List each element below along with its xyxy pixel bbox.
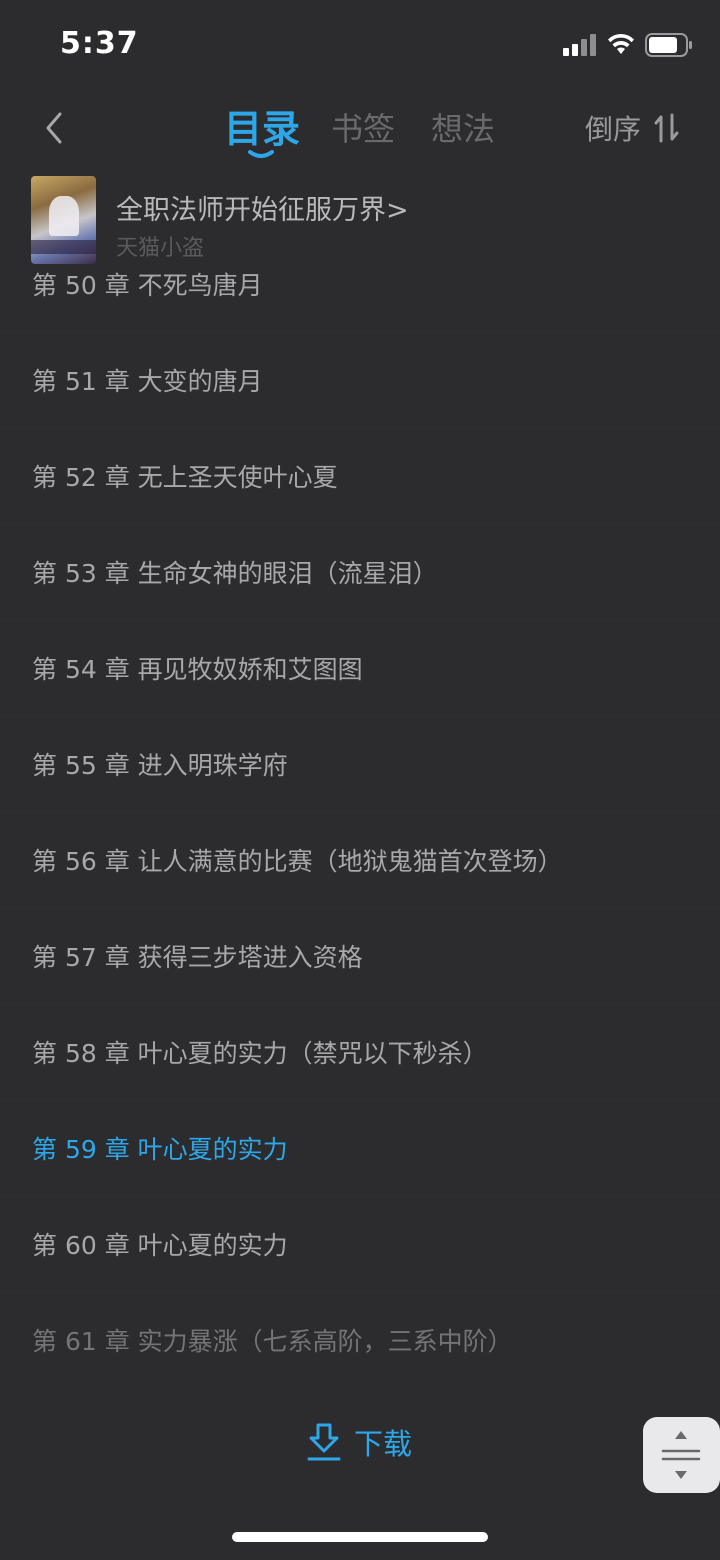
chapter-label: 第 61 章 实力暴涨（七系高阶，三系中阶） bbox=[32, 1327, 513, 1356]
chapter-label: 第 54 章 再见牧奴娇和艾图图 bbox=[32, 655, 363, 684]
chapter-label: 第 58 章 叶心夏的实力（禁咒以下秒杀） bbox=[32, 1039, 488, 1068]
chapter-list: 第 50 章 不死鸟唐月 第 51 章 大变的唐月 第 52 章 无上圣天使叶心… bbox=[0, 236, 720, 1388]
chapter-item[interactable]: 第 51 章 大变的唐月 bbox=[0, 332, 720, 428]
chapter-item[interactable]: 第 58 章 叶心夏的实力（禁咒以下秒杀） bbox=[0, 1004, 720, 1100]
chapter-label: 第 60 章 叶心夏的实力 bbox=[32, 1231, 288, 1260]
screen: 5:37 目录 书签 想法 倒序 全职法师开始征服万界> 天猫小盗 第 50 章… bbox=[0, 0, 720, 1560]
sort-label: 倒序 bbox=[585, 113, 642, 146]
chapter-item[interactable]: 第 50 章 不死鸟唐月 bbox=[0, 236, 720, 332]
chapter-item[interactable]: 第 61 章 实力暴涨（七系高阶，三系中阶） bbox=[0, 1292, 720, 1388]
chapter-label: 第 55 章 进入明珠学府 bbox=[32, 751, 288, 780]
battery-icon bbox=[645, 33, 692, 57]
scroll-handle-icon bbox=[661, 1431, 701, 1479]
chapter-label: 第 53 章 生命女神的眼泪（流星泪） bbox=[32, 559, 438, 588]
chapter-item[interactable]: 第 52 章 无上圣天使叶心夏 bbox=[0, 428, 720, 524]
chapter-item[interactable]: 第 53 章 生命女神的眼泪（流星泪） bbox=[0, 524, 720, 620]
chapter-item[interactable]: 第 56 章 让人满意的比赛（地狱鬼猫首次登场） bbox=[0, 812, 720, 908]
chapter-label: 第 51 章 大变的唐月 bbox=[32, 367, 263, 396]
status-time: 5:37 bbox=[60, 26, 139, 61]
tab-bookmarks[interactable]: 书签 bbox=[331, 104, 395, 150]
download-icon bbox=[307, 1423, 341, 1461]
back-chevron-icon[interactable] bbox=[38, 106, 70, 150]
tab-table-of-contents[interactable]: 目录 bbox=[224, 98, 300, 153]
status-bar: 5:37 bbox=[0, 0, 720, 88]
home-indicator bbox=[232, 1532, 488, 1542]
header: 目录 书签 想法 倒序 bbox=[0, 88, 720, 168]
signal-icon bbox=[563, 34, 599, 56]
chapter-item[interactable]: 第 57 章 获得三步塔进入资格 bbox=[0, 908, 720, 1004]
tab-notes[interactable]: 想法 bbox=[431, 104, 495, 150]
chapter-item[interactable]: 第 60 章 叶心夏的实力 bbox=[0, 1196, 720, 1292]
book-title[interactable]: 全职法师开始征服万界> bbox=[116, 188, 409, 227]
chapter-label: 第 56 章 让人满意的比赛（地狱鬼猫首次登场） bbox=[32, 847, 563, 876]
chapter-item[interactable]: 第 54 章 再见牧奴娇和艾图图 bbox=[0, 620, 720, 716]
wifi-icon bbox=[608, 33, 634, 54]
chapter-item-current[interactable]: 第 59 章 叶心夏的实力 bbox=[0, 1100, 720, 1196]
sort-arrows-icon bbox=[654, 113, 679, 143]
download-label: 下载 bbox=[354, 1427, 413, 1461]
download-button[interactable]: 下载 bbox=[306, 1420, 412, 1464]
chapter-label: 第 50 章 不死鸟唐月 bbox=[32, 271, 263, 300]
chapter-label: 第 59 章 叶心夏的实力 bbox=[32, 1135, 288, 1164]
chapter-label: 第 57 章 获得三步塔进入资格 bbox=[32, 943, 363, 972]
scroll-handle[interactable] bbox=[643, 1417, 720, 1493]
active-tab-indicator bbox=[248, 150, 274, 158]
chapter-label: 第 52 章 无上圣天使叶心夏 bbox=[32, 463, 338, 492]
sort-order-button[interactable]: 倒序 bbox=[585, 108, 681, 148]
chapter-item[interactable]: 第 55 章 进入明珠学府 bbox=[0, 716, 720, 812]
